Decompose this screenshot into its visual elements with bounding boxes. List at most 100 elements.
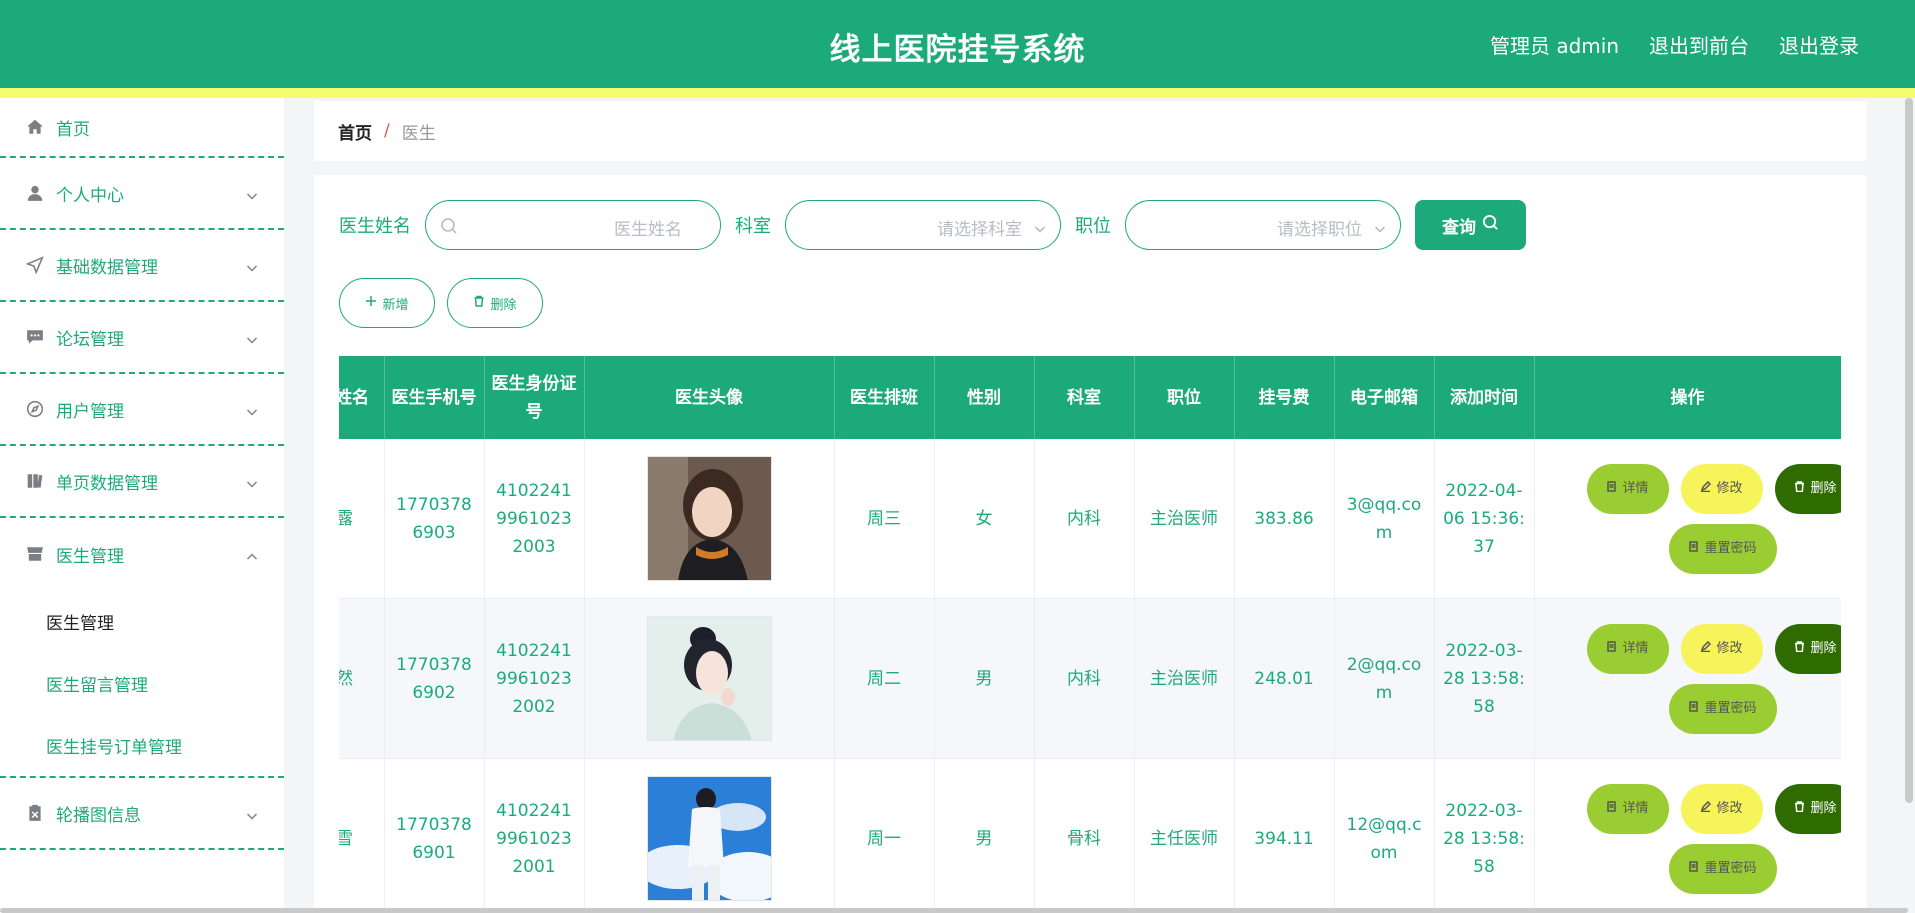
main-panel: 医生姓名 医生姓名 科室 请选择科室 职位 请选择职位 查询 新增 删除 姓名 …	[314, 175, 1867, 913]
doctor-avatar[interactable]	[646, 456, 772, 581]
admin-label[interactable]: 管理员 admin	[1490, 30, 1619, 59]
column-header[interactable]: 添加时间	[1434, 356, 1535, 439]
cell-idcard: 410224199610232001	[484, 758, 585, 913]
position-label: 职位	[1075, 216, 1111, 237]
detail-button[interactable]: 详情	[1586, 784, 1669, 834]
cell-idcard: 410224199610232002	[484, 598, 585, 759]
column-header[interactable]: 姓名	[339, 356, 385, 439]
cell-department: 骨科	[1034, 758, 1135, 913]
chevron-down-icon	[1034, 220, 1046, 233]
sidebar-item-doctors[interactable]: 医生管理	[0, 518, 284, 590]
sidebar-item-label: 用户管理	[56, 401, 124, 422]
cell-email: 3@qq.com	[1334, 439, 1435, 599]
batch-delete-button[interactable]: 删除	[447, 278, 543, 328]
vertical-scrollbar[interactable]	[1905, 98, 1913, 803]
position-select[interactable]: 请选择职位	[1125, 200, 1401, 250]
action-buttons: 新增 删除	[339, 278, 543, 328]
breadcrumb-home[interactable]: 首页	[338, 119, 372, 144]
department-select[interactable]: 请选择科室	[785, 200, 1061, 250]
cell-email: 2@qq.com	[1334, 598, 1435, 759]
trash-icon	[1794, 795, 1805, 823]
horizontal-scrollbar[interactable]	[0, 908, 1908, 913]
doctor-name-label: 医生姓名	[339, 216, 411, 237]
cell-position: 主任医师	[1134, 758, 1235, 913]
breadcrumb: 首页 / 医生	[314, 101, 1867, 161]
submenu-item-doctor-orders[interactable]: 医生挂号订单管理	[0, 714, 284, 776]
detail-button[interactable]: 详情	[1586, 624, 1669, 674]
doctor-name-input[interactable]: 医生姓名	[425, 200, 721, 250]
trash-icon	[473, 295, 485, 311]
chevron-down-icon	[246, 187, 258, 200]
column-header[interactable]: 医生手机号	[384, 356, 485, 439]
trash-icon	[1794, 635, 1805, 663]
book-icon	[26, 472, 44, 490]
chevron-down-icon	[246, 475, 258, 488]
edit-button[interactable]: 修改	[1680, 464, 1763, 514]
cell-department: 内科	[1034, 598, 1135, 759]
header-stripe	[0, 88, 1915, 98]
cell-gender: 女	[934, 439, 1035, 599]
sidebar-item-basic-data[interactable]: 基础数据管理	[0, 230, 284, 302]
sidebar-item-carousel[interactable]: 轮播图信息	[0, 778, 284, 850]
chevron-down-icon	[246, 259, 258, 272]
cell-avatar	[584, 598, 835, 759]
delete-button[interactable]: 删除	[1774, 464, 1841, 514]
header-links: 管理员 admin 退出到前台 退出登录	[1490, 30, 1859, 59]
chat-icon	[26, 328, 44, 346]
cell-avatar	[584, 758, 835, 913]
send-icon	[26, 256, 44, 274]
cell-email: 12@qq.com	[1334, 758, 1435, 913]
position-placeholder: 请选择职位	[1277, 220, 1362, 240]
search-icon	[1482, 214, 1499, 236]
search-bar: 医生姓名 医生姓名 科室 请选择科室 职位 请选择职位 查询	[339, 200, 1526, 250]
exit-to-front-link[interactable]: 退出到前台	[1649, 30, 1749, 59]
column-header[interactable]: 职位	[1134, 356, 1235, 439]
sidebar-item-users[interactable]: 用户管理	[0, 374, 284, 446]
pencil-icon	[1700, 795, 1712, 823]
reset-password-button[interactable]: 重置密码	[1668, 684, 1777, 734]
column-header[interactable]: 科室	[1034, 356, 1135, 439]
delete-button[interactable]: 删除	[1774, 784, 1841, 834]
doctor-avatar[interactable]	[646, 616, 772, 741]
sidebar-item-single-page-data[interactable]: 单页数据管理	[0, 446, 284, 518]
reset-password-button[interactable]: 重置密码	[1668, 524, 1777, 574]
document-icon	[1606, 795, 1617, 823]
compass-icon	[26, 400, 44, 418]
doctor-name-placeholder: 医生姓名	[614, 220, 682, 240]
reset-password-button[interactable]: 重置密码	[1668, 844, 1777, 894]
submenu-item-doctor-management[interactable]: 医生管理	[0, 590, 284, 652]
edit-button[interactable]: 修改	[1680, 784, 1763, 834]
edit-button[interactable]: 修改	[1680, 624, 1763, 674]
add-button[interactable]: 新增	[339, 278, 435, 328]
column-header[interactable]: 挂号费	[1234, 356, 1335, 439]
cell-fee: 383.86	[1234, 439, 1335, 599]
column-header: 操作	[1534, 356, 1841, 439]
column-header[interactable]: 性别	[934, 356, 1035, 439]
sidebar-item-home[interactable]: 首页	[0, 98, 284, 158]
query-button[interactable]: 查询	[1415, 200, 1526, 250]
cell-fee: 248.01	[1234, 598, 1335, 759]
column-header[interactable]: 电子邮箱	[1334, 356, 1435, 439]
cell-operations: 详情 修改 删除 重置密码	[1534, 439, 1841, 599]
column-header[interactable]: 医生排班	[834, 356, 935, 439]
chevron-down-icon	[1374, 220, 1386, 233]
chevron-down-icon	[246, 403, 258, 416]
doctor-avatar[interactable]	[646, 776, 772, 901]
table-row: 露 17703786903 410224199610232003	[339, 439, 1841, 599]
chevron-down-icon	[246, 331, 258, 344]
document-icon	[1606, 635, 1617, 663]
sidebar-item-forum[interactable]: 论坛管理	[0, 302, 284, 374]
column-header[interactable]: 医生身份证号	[484, 356, 585, 439]
detail-button[interactable]: 详情	[1586, 464, 1669, 514]
submenu-item-doctor-messages[interactable]: 医生留言管理	[0, 652, 284, 714]
cell-name: 然	[339, 598, 385, 759]
column-header[interactable]: 医生头像	[584, 356, 835, 439]
sidebar: 首页 个人中心 基础数据管理 论坛管理 用户管理 单页数据管理 医生管理 医生管…	[0, 98, 284, 913]
sidebar-item-personal-center[interactable]: 个人中心	[0, 158, 284, 230]
document-icon	[1606, 475, 1617, 503]
cell-phone: 17703786901	[384, 758, 485, 913]
delete-button[interactable]: 删除	[1774, 624, 1841, 674]
cell-gender: 男	[934, 598, 1035, 759]
cell-operations: 详情 修改 删除 重置密码	[1534, 758, 1841, 913]
logout-link[interactable]: 退出登录	[1779, 30, 1859, 59]
